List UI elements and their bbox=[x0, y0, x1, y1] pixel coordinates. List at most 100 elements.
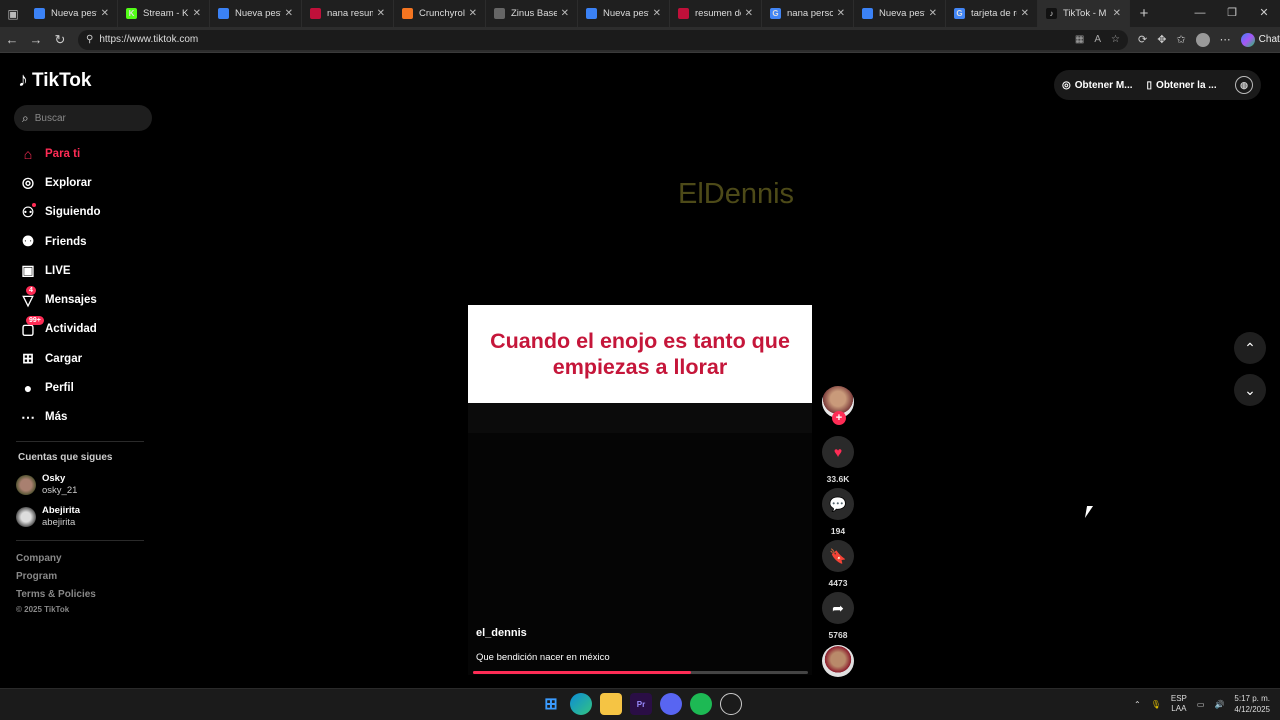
top-right-actions: ◎ Obtener M... ▯ Obtener la ... ◍ bbox=[1054, 70, 1261, 100]
close-tab-icon[interactable]: ✕ bbox=[745, 8, 753, 19]
browser-tab[interactable]: Zinus Base Indi ✕ bbox=[486, 0, 578, 27]
discord-icon[interactable] bbox=[660, 693, 682, 715]
close-tab-icon[interactable]: ✕ bbox=[837, 8, 845, 19]
sidebar-item-activity[interactable]: ▢ 99+ Actividad bbox=[18, 315, 158, 344]
app-icon[interactable] bbox=[720, 693, 742, 715]
footer-link-company[interactable]: Company bbox=[16, 553, 62, 564]
file-explorer-icon[interactable] bbox=[600, 693, 622, 715]
close-tab-icon[interactable]: ✕ bbox=[101, 8, 109, 19]
premiere-icon[interactable]: Pr bbox=[630, 693, 652, 715]
lang-line-1: ESP bbox=[1170, 694, 1187, 703]
close-tab-icon[interactable]: ✕ bbox=[377, 8, 385, 19]
maximize-icon[interactable]: ❐ bbox=[1216, 0, 1248, 27]
save-action[interactable]: 🔖 4473 bbox=[822, 540, 854, 588]
browser-tab[interactable]: resumen del m ✕ bbox=[670, 0, 762, 27]
get-app-button[interactable]: ▯ Obtener la ... bbox=[1147, 80, 1217, 91]
windows-start-icon[interactable]: ⊞ bbox=[540, 693, 562, 715]
browser-tab[interactable]: Nueva pestaña ✕ bbox=[26, 0, 118, 27]
favorite-star-icon[interactable]: ☆ bbox=[1111, 34, 1120, 45]
profile-globe-icon[interactable]: ◍ bbox=[1235, 76, 1253, 94]
microphone-icon[interactable]: 🎙 bbox=[1151, 700, 1161, 709]
sidebar-item-profile[interactable]: ● Perfil bbox=[18, 373, 158, 402]
heart-icon[interactable]: ♥ bbox=[822, 436, 854, 468]
favorites-icon[interactable]: ✩ bbox=[1176, 33, 1185, 46]
translate-icon[interactable]: A bbox=[1094, 34, 1101, 45]
browser-tab[interactable]: Crunchyroll: Ve ✕ bbox=[394, 0, 486, 27]
previous-video-button[interactable]: ⌃ bbox=[1234, 332, 1266, 364]
follow-plus-icon[interactable]: + bbox=[832, 411, 846, 425]
forward-icon[interactable]: → bbox=[24, 32, 48, 47]
extensions-icon[interactable]: ✥ bbox=[1157, 33, 1166, 46]
footer-link-terms[interactable]: Terms & Policies bbox=[16, 589, 96, 600]
bookmark-icon[interactable]: 🔖 bbox=[822, 540, 854, 572]
sidebar-item-following[interactable]: ⚇ Siguiendo bbox=[18, 198, 158, 227]
search-box[interactable]: ⌕ bbox=[14, 105, 152, 131]
clock[interactable]: 5:17 p. m. 4/12/2025 bbox=[1234, 693, 1270, 715]
volume-icon[interactable]: 🔊 bbox=[1214, 700, 1224, 709]
profile-icon: ● bbox=[23, 380, 33, 397]
new-tab-button[interactable]: + bbox=[1130, 5, 1158, 22]
following-account-abejirita[interactable]: Abejirita abejirita bbox=[16, 505, 80, 529]
close-tab-icon[interactable]: ✕ bbox=[929, 8, 937, 19]
browser-tab[interactable]: K Stream - Kick D ✕ bbox=[118, 0, 210, 27]
video-player[interactable]: Cuando el enojo es tanto que empiezas a … bbox=[468, 305, 812, 675]
site-info-icon[interactable]: ⚲ bbox=[86, 34, 93, 45]
close-tab-icon[interactable]: ✕ bbox=[1021, 8, 1029, 19]
spotify-icon[interactable] bbox=[690, 693, 712, 715]
back-icon[interactable]: ← bbox=[0, 32, 24, 47]
tab-actions-icon[interactable]: ▣ bbox=[0, 0, 26, 27]
sidebar-item-more[interactable]: ⋯ Más bbox=[18, 403, 158, 432]
tiktok-logo[interactable]: ♪ TikTok bbox=[18, 69, 91, 92]
language-indicator[interactable]: ESP LAA bbox=[1171, 694, 1187, 714]
share-count: 5768 bbox=[828, 630, 848, 640]
video-username[interactable]: el_dennis bbox=[476, 627, 527, 639]
next-video-button[interactable]: ⌄ bbox=[1234, 374, 1266, 406]
browser-tab[interactable]: Gtarjeta de rega ✕ bbox=[946, 0, 1038, 27]
like-action[interactable]: ♥ 33.6K bbox=[822, 436, 854, 484]
more-icon: ⋯ bbox=[21, 408, 35, 425]
close-tab-icon[interactable]: ✕ bbox=[469, 8, 477, 19]
share-icon[interactable]: ➦ bbox=[822, 592, 854, 624]
browser-tab[interactable]: nana resumen ✕ bbox=[302, 0, 394, 27]
search-input[interactable] bbox=[34, 112, 135, 124]
close-window-icon[interactable]: ✕ bbox=[1248, 0, 1280, 27]
app-available-icon[interactable]: ▦ bbox=[1075, 34, 1084, 45]
refresh-icon[interactable]: ↻ bbox=[48, 32, 72, 48]
sidebar-item-compass[interactable]: ◎ Explorar bbox=[18, 168, 158, 197]
refresh-extension-icon[interactable]: ⟳ bbox=[1138, 33, 1147, 46]
sidebar-item-upload[interactable]: ⊞ Cargar bbox=[18, 344, 158, 373]
video-progress-bar[interactable] bbox=[473, 671, 808, 674]
browser-tab[interactable]: Nueva pestaña ✕ bbox=[210, 0, 302, 27]
profile-avatar-icon[interactable] bbox=[1195, 32, 1210, 47]
comment-action[interactable]: 💬 194 bbox=[822, 488, 854, 536]
sidebar-item-home[interactable]: ⌂ Para ti bbox=[18, 139, 158, 168]
sidebar-item-messages[interactable]: ▽ 4 Mensajes bbox=[18, 285, 158, 314]
show-hidden-icons-icon[interactable]: ⌃ bbox=[1134, 700, 1141, 709]
close-tab-icon[interactable]: ✕ bbox=[193, 8, 201, 19]
sidebar-item-live[interactable]: ▣ LIVE bbox=[18, 256, 158, 285]
tab-title: Nueva pestaña bbox=[235, 8, 281, 19]
browser-tab[interactable]: Nueva pestaña ✕ bbox=[854, 0, 946, 27]
tab-title: nana resumen bbox=[327, 8, 373, 19]
browser-tab[interactable]: ♪ TikTok - M ✕ bbox=[1038, 0, 1130, 27]
comment-icon[interactable]: 💬 bbox=[822, 488, 854, 520]
get-app-label: Obtener la ... bbox=[1156, 79, 1217, 91]
copilot-chat-button[interactable]: Chat bbox=[1240, 32, 1280, 47]
music-disc-avatar[interactable] bbox=[822, 645, 854, 677]
following-account-osky[interactable]: Osky osky_21 bbox=[16, 473, 77, 497]
close-tab-icon[interactable]: ✕ bbox=[653, 8, 661, 19]
close-tab-icon[interactable]: ✕ bbox=[561, 8, 569, 19]
minimize-icon[interactable]: — bbox=[1184, 0, 1216, 27]
browser-tab[interactable]: Gnana personaje ✕ bbox=[762, 0, 854, 27]
close-tab-icon[interactable]: ✕ bbox=[285, 8, 293, 19]
edge-icon[interactable] bbox=[570, 693, 592, 715]
get-coins-button[interactable]: ◎ Obtener M... bbox=[1062, 80, 1133, 91]
browser-tab[interactable]: Nueva pestaña ✕ bbox=[578, 0, 670, 27]
settings-more-icon[interactable]: ⋯ bbox=[1220, 33, 1231, 46]
share-action[interactable]: ➦ 5768 bbox=[822, 592, 854, 640]
sidebar-item-friends[interactable]: ⚉ Friends bbox=[18, 227, 158, 256]
display-icon[interactable]: ▭ bbox=[1197, 700, 1205, 709]
close-tab-icon[interactable]: ✕ bbox=[1113, 8, 1121, 19]
url-field[interactable]: ⚲ https://www.tiktok.com ▦ A ☆ bbox=[78, 29, 1128, 50]
footer-link-program[interactable]: Program bbox=[16, 571, 57, 582]
